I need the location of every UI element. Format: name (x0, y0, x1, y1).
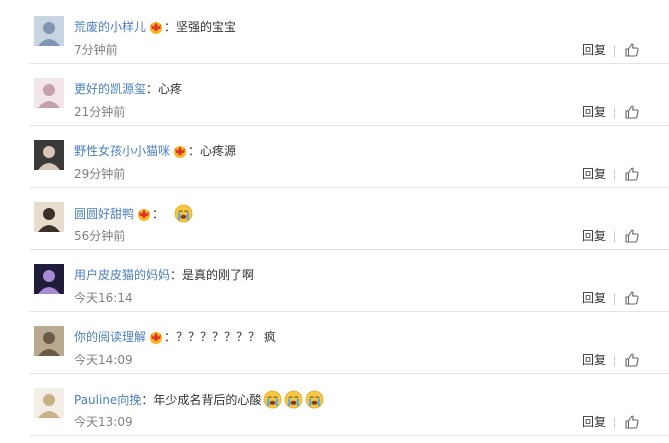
thumbs-up-icon[interactable] (624, 42, 640, 58)
comment-text: 是真的刚了啊 (182, 268, 255, 282)
comment-list: 荒废的小样儿 ：坚强的宝宝 7分钟前 回复 更好的凯源玺：心疼 21分钟前 回复 野性女孩小小… (0, 0, 669, 443)
username-link[interactable]: 更好的凯源玺 (74, 82, 146, 96)
thumbs-up-icon[interactable] (624, 166, 640, 182)
reply-button[interactable]: 回复 (582, 42, 606, 58)
username-link[interactable]: Pauline向挽 (74, 393, 141, 407)
reply-button[interactable]: 回复 (582, 104, 606, 120)
avatar[interactable] (34, 264, 64, 294)
username-link[interactable]: 野性女孩小小猫咪 (74, 144, 170, 158)
thumbs-up-icon[interactable] (624, 104, 640, 120)
avatar[interactable] (34, 388, 64, 418)
avatar[interactable] (34, 326, 64, 356)
action-divider (614, 45, 615, 57)
colon-separator: ： (141, 393, 154, 407)
avatar[interactable] (34, 140, 64, 170)
thumbs-up-icon[interactable] (624, 228, 640, 244)
comment-time: 今天14:09 (74, 353, 133, 367)
crying-face-emoji-icon (263, 390, 282, 409)
colon-separator: ： (188, 144, 201, 158)
comment-time: 21分钟前 (74, 105, 126, 119)
username-link[interactable]: 你的阅读理解 (74, 330, 146, 344)
thumbs-up-icon[interactable] (624, 414, 640, 430)
thumbs-up-icon[interactable] (624, 290, 640, 306)
comment-row: 更好的凯源玺：心疼 21分钟前 回复 (0, 64, 669, 126)
comment-time: 今天13:09 (74, 415, 133, 429)
reply-button[interactable]: 回复 (582, 414, 606, 430)
thumbs-up-icon[interactable] (624, 352, 640, 368)
comment-time: 7分钟前 (74, 43, 118, 57)
colon-separator: ： (164, 20, 177, 34)
comment-text: 心疼 (158, 82, 183, 96)
comment-text: 心疼源 (200, 144, 237, 158)
comment-text: 坚强的宝宝 (176, 20, 237, 34)
comment-row: 圆圆好甜鸭 ： 56分钟前 回复 (0, 188, 669, 250)
comment-row: 荒废的小样儿 ：坚强的宝宝 7分钟前 回复 (0, 2, 669, 64)
comment-row: 野性女孩小小猫咪 ：心疼源 29分钟前 回复 (0, 126, 669, 188)
reply-button[interactable]: 回复 (582, 166, 606, 182)
colon-separator: ： (152, 207, 165, 221)
crying-face-emoji-icon (284, 390, 303, 409)
vip-crown-badge-icon (148, 330, 164, 344)
vip-crown-badge-icon (148, 20, 164, 34)
comment-time: 56分钟前 (74, 229, 126, 243)
avatar[interactable] (34, 202, 64, 232)
action-divider (614, 293, 615, 305)
vip-crown-badge-icon (172, 144, 188, 158)
action-divider (614, 355, 615, 367)
avatar[interactable] (34, 78, 64, 108)
crying-face-emoji-icon (305, 390, 324, 409)
row-divider (29, 435, 669, 436)
action-divider (614, 231, 615, 243)
reply-button[interactable]: 回复 (582, 352, 606, 368)
comment-text: 年少成名背后的心酸 (153, 393, 262, 407)
avatar[interactable] (34, 16, 64, 46)
reply-button[interactable]: 回复 (582, 228, 606, 244)
username-link[interactable]: 用户皮皮猫的妈妈 (74, 268, 170, 282)
action-divider (614, 107, 615, 119)
comment-row: 用户皮皮猫的妈妈：是真的刚了啊今天16:14 回复 (0, 250, 669, 312)
action-divider (614, 417, 615, 429)
comment-row: 你的阅读理解 ：？？？？？？？ 疯今天14:09 回复 (0, 312, 669, 374)
reply-button[interactable]: 回复 (582, 290, 606, 306)
username-link[interactable]: 荒废的小样儿 (74, 20, 146, 34)
vip-crown-badge-icon (136, 207, 152, 221)
comment-time: 今天16:14 (74, 291, 133, 305)
comment-row: Pauline向挽：年少成名背后的心酸今天13:09 回复 (0, 374, 669, 436)
action-divider (614, 169, 615, 181)
colon-separator: ： (164, 330, 177, 344)
comment-time: 29分钟前 (74, 167, 126, 181)
colon-separator: ： (170, 268, 183, 282)
colon-separator: ： (146, 82, 159, 96)
comment-text: ？？？？？？？ 疯 (176, 330, 276, 344)
username-link[interactable]: 圆圆好甜鸭 (74, 207, 134, 221)
crying-face-emoji-icon (174, 204, 193, 223)
